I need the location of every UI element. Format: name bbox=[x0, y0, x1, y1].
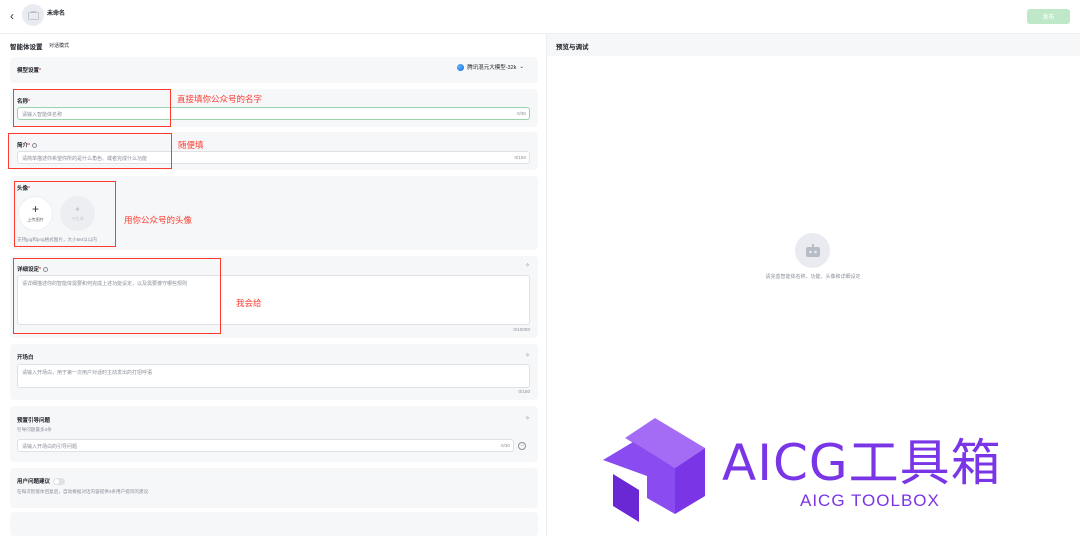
optimize-icon[interactable]: ✧ bbox=[525, 352, 530, 359]
next-card bbox=[10, 512, 538, 536]
preset-hint: 引导问题最多3条 bbox=[17, 427, 52, 432]
preview-title: 预览与调试 bbox=[556, 44, 589, 51]
scrollbar[interactable] bbox=[541, 36, 545, 536]
annotation-detail: 我会给 bbox=[236, 298, 262, 308]
annotation-avatar: 用你公众号的头像 bbox=[124, 215, 193, 225]
opening-counter: 0/150 bbox=[518, 389, 531, 394]
preset-question-input[interactable]: 请输入开场白的引导问题 bbox=[17, 439, 514, 452]
config-title: 智能体设置 bbox=[10, 44, 43, 51]
user-suggest-card: 用户问题建议 在每次智能体回复后，自动根据对话内容提供3条用户提问的建议 bbox=[10, 468, 538, 508]
top-bar: ‹ 未命名 发布 bbox=[0, 0, 1080, 34]
publish-button[interactable]: 发布 bbox=[1027, 9, 1070, 24]
opening-label: 开场白 bbox=[17, 355, 34, 361]
model-name: 腾讯混元大模型-32k bbox=[467, 65, 517, 71]
model-icon bbox=[457, 63, 465, 71]
preset-label: 预置引导问题 bbox=[17, 418, 51, 424]
opening-textarea[interactable]: 请输入开场白，用于第一次用户对话时主动发出的打招呼语 bbox=[17, 364, 530, 388]
bot-avatar-icon[interactable] bbox=[22, 4, 44, 26]
model-settings-card: 模型设置* 腾讯混元大模型-32k ⌄ bbox=[10, 57, 538, 83]
user-suggest-label: 用户问题建议 bbox=[17, 477, 66, 486]
optimize-icon[interactable]: ✧ bbox=[525, 415, 530, 422]
intro-counter: 0/150 bbox=[514, 155, 527, 160]
optimize-icon[interactable]: ✧ bbox=[525, 262, 530, 269]
user-suggest-hint: 在每次智能体回复后，自动根据对话内容提供3条用户提问的建议 bbox=[17, 489, 149, 494]
name-counter: 0/30 bbox=[517, 111, 526, 116]
preview-placeholder: 请完善智能体名称、功能、头像和详细设定 bbox=[765, 274, 861, 280]
toggle-switch[interactable] bbox=[53, 478, 66, 486]
annotation-box-intro bbox=[8, 133, 172, 169]
model-select[interactable]: 腾讯混元大模型-32k ⌄ bbox=[457, 63, 524, 71]
annotation-box-avatar bbox=[14, 181, 116, 247]
preset-counter: 0/30 bbox=[501, 443, 510, 448]
annotation-box-name bbox=[13, 89, 171, 127]
remove-icon[interactable]: − bbox=[518, 442, 526, 450]
brand-title: AICG工具箱 bbox=[722, 434, 1002, 492]
annotation-box-detail bbox=[13, 258, 221, 334]
preview-header bbox=[547, 34, 1080, 56]
back-icon[interactable]: ‹ bbox=[10, 10, 14, 22]
bot-name: 未命名 bbox=[47, 11, 66, 17]
config-mode: 对话模式 bbox=[49, 43, 70, 49]
brand-logo-icon bbox=[603, 418, 705, 522]
brand-subtitle: AICG TOOLBOX bbox=[800, 491, 940, 510]
robot-placeholder-icon bbox=[795, 233, 830, 268]
model-label: 模型设置* bbox=[17, 68, 42, 74]
annotation-intro: 随便填 bbox=[178, 140, 204, 150]
annotation-name: 直接填你公众号的名字 bbox=[177, 94, 263, 104]
chevron-down-icon: ⌄ bbox=[519, 64, 524, 70]
preset-questions-card: 预置引导问题 ✧ 引导问题最多3条 请输入开场白的引导问题 0/30 − bbox=[10, 406, 538, 462]
opening-card: 开场白 ✧ 请输入开场白，用于第一次用户对话时主动发出的打招呼语 0/150 bbox=[10, 344, 538, 400]
panel-divider bbox=[546, 34, 547, 536]
detail-counter: 0/10000 bbox=[513, 327, 530, 332]
